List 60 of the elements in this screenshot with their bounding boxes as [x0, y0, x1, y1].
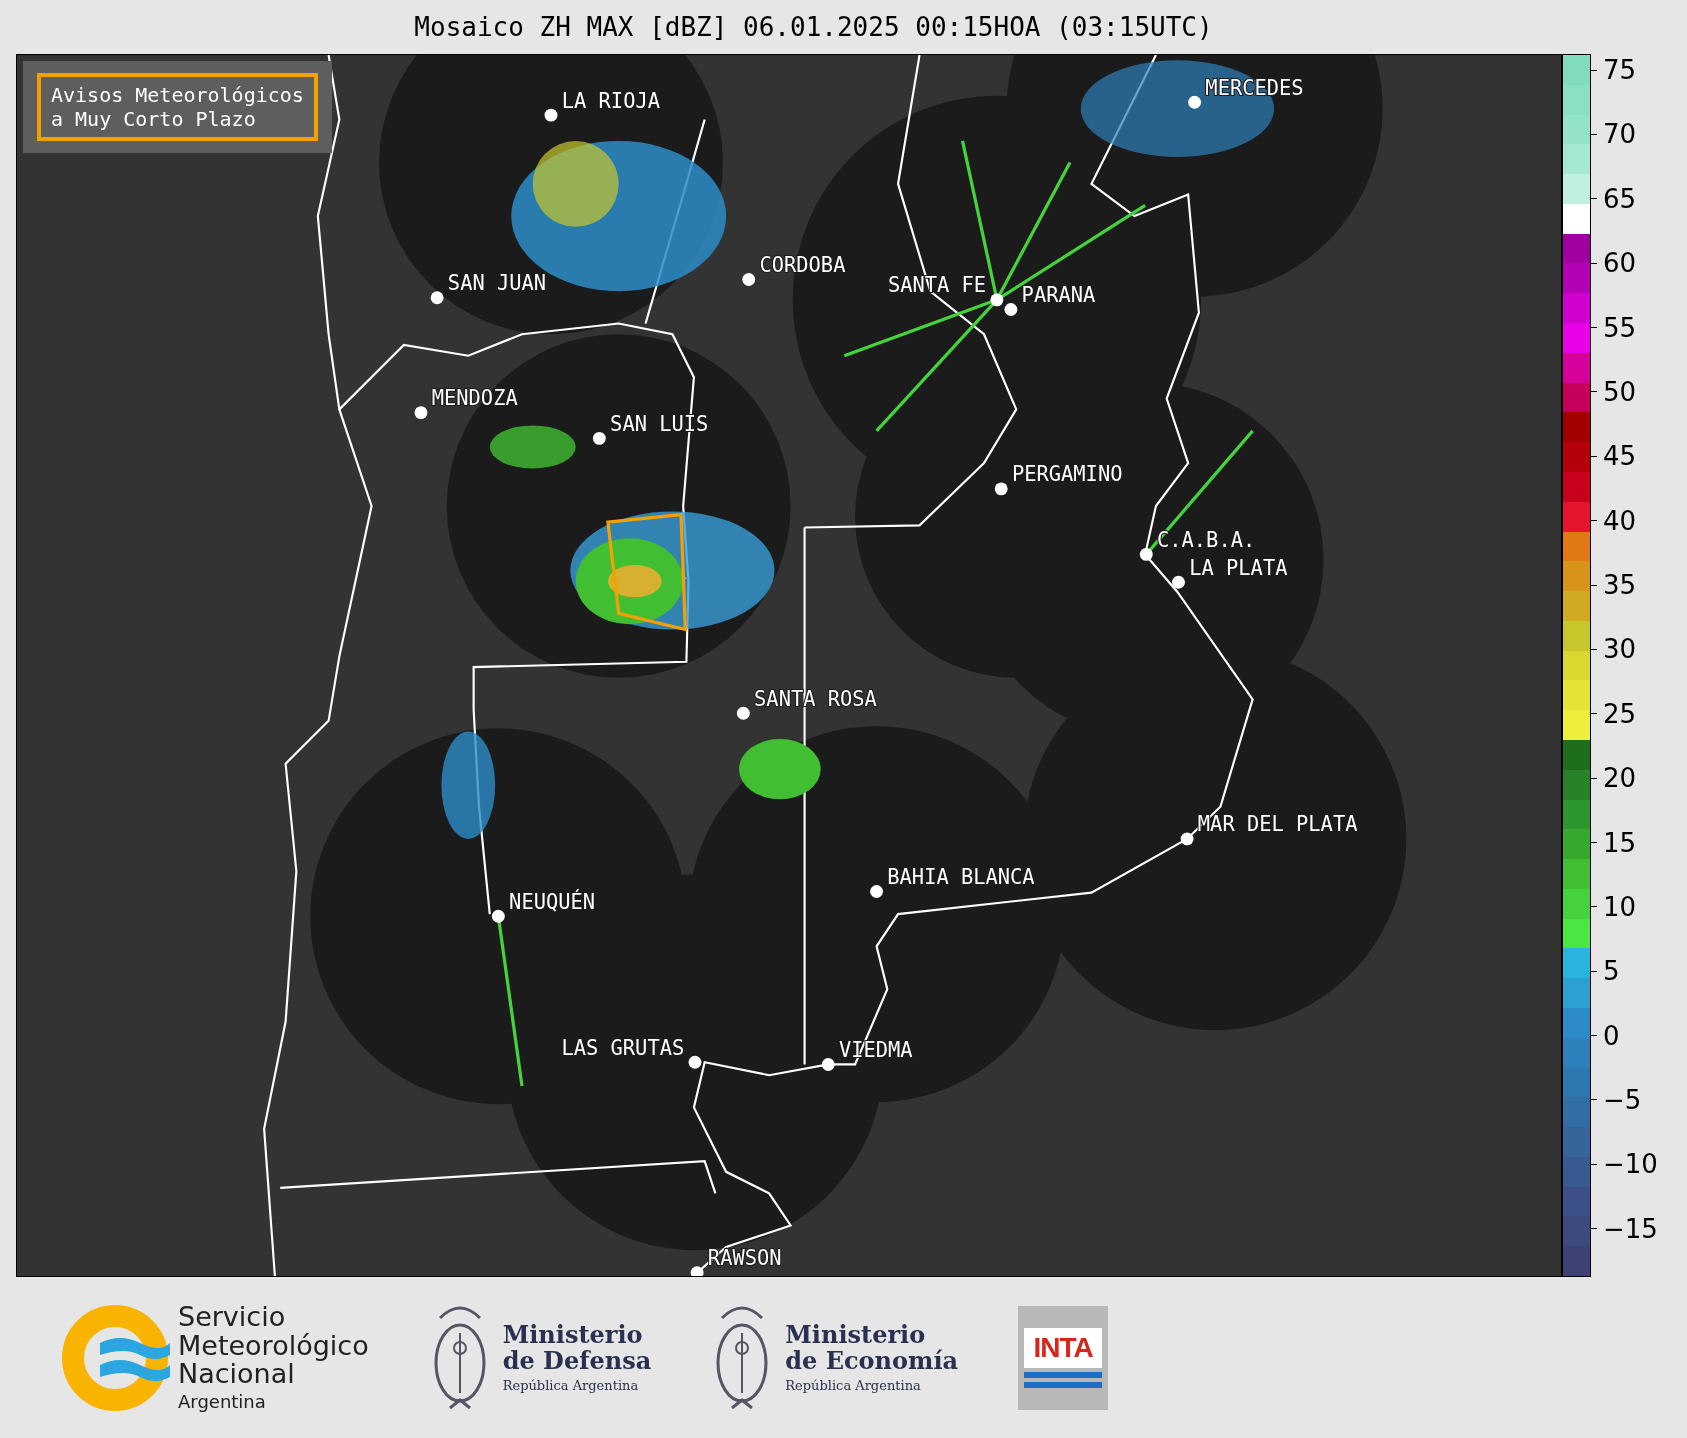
scale-tick-label: 55 [1603, 312, 1637, 343]
city-marker [742, 273, 756, 286]
scale-tick-label: 75 [1603, 55, 1637, 86]
city-marker [994, 482, 1008, 496]
city-label: PERGAMINO [1011, 462, 1123, 487]
city-label: PARANA [1021, 283, 1096, 307]
city-marker [736, 706, 750, 720]
ministry-country: República Argentina [502, 1378, 640, 1394]
city-marker [544, 108, 558, 122]
city-label: LAS GRUTAS [561, 1035, 685, 1060]
city-label: NEUQUÉN [509, 889, 596, 914]
scale-tick-label: −10 [1603, 1149, 1658, 1180]
city-marker [870, 885, 883, 898]
city-marker [491, 909, 505, 923]
city-label: MAR DEL PLATA [1197, 812, 1358, 837]
scale-tick-label: 5 [1603, 956, 1620, 987]
city-label: C.A.B.A. [1157, 527, 1256, 552]
city-marker [1172, 575, 1185, 589]
city-marker [821, 1058, 835, 1071]
scale-tick-label: 40 [1603, 505, 1637, 536]
scale-tick-label: 0 [1603, 1020, 1620, 1051]
scale-tick-label: 65 [1603, 183, 1637, 214]
scale-tick-label: 15 [1603, 827, 1637, 858]
city-label: SAN JUAN [447, 271, 547, 296]
organization-name: Servicio Meteorológico Nacional [178, 1303, 369, 1389]
city-label: MERCEDES [1205, 75, 1304, 100]
legend-label: Avisos Meteorológicos a Muy Corto Plazo [37, 73, 318, 141]
ministry-name: Ministerio de Defensa [502, 1321, 652, 1375]
scale-tick-label: 20 [1603, 763, 1637, 794]
scale-tick-label: 50 [1603, 376, 1637, 407]
scale-tick-label: 60 [1603, 248, 1637, 279]
inta-logo-text: INTA [1024, 1327, 1103, 1368]
ministry-name: Ministerio de Economía [785, 1321, 959, 1375]
scale-tick-label: −5 [1603, 1085, 1642, 1115]
city-label: LA PLATA [1189, 555, 1288, 580]
wave-logo-icon [60, 1302, 170, 1413]
ministry-country: República Argentina [785, 1378, 922, 1394]
organization-country: Argentina [178, 1390, 267, 1412]
scale-tick-label: 70 [1603, 119, 1637, 150]
city-marker [990, 293, 1004, 307]
city-marker [1188, 95, 1202, 109]
scale-tick-label: 25 [1603, 698, 1637, 729]
city-marker [592, 431, 606, 445]
city-marker [1180, 832, 1194, 846]
city-label: MENDOZA [431, 386, 518, 411]
scale-tick-label: 45 [1603, 441, 1637, 472]
city-marker [690, 1266, 704, 1276]
scale-tick-label: −15 [1603, 1213, 1658, 1244]
city-marker [1139, 547, 1153, 561]
map-title: Mosaico ZH MAX [dBZ] 06.01.2025 00:15HOA (03:15UTC) [413, 11, 1214, 44]
scale-tick-label: 30 [1603, 634, 1637, 665]
city-label: LA RIOJA [561, 88, 660, 113]
city-marker [430, 291, 444, 305]
scale-tick-label: 10 [1603, 891, 1637, 922]
city-label: BAHIA BLANCA [887, 865, 1035, 890]
city-marker [688, 1055, 702, 1069]
city-marker [1004, 303, 1018, 316]
city-marker [414, 406, 428, 420]
city-label: CORDOBA [759, 252, 846, 277]
scale-tick-label: 35 [1603, 570, 1637, 601]
